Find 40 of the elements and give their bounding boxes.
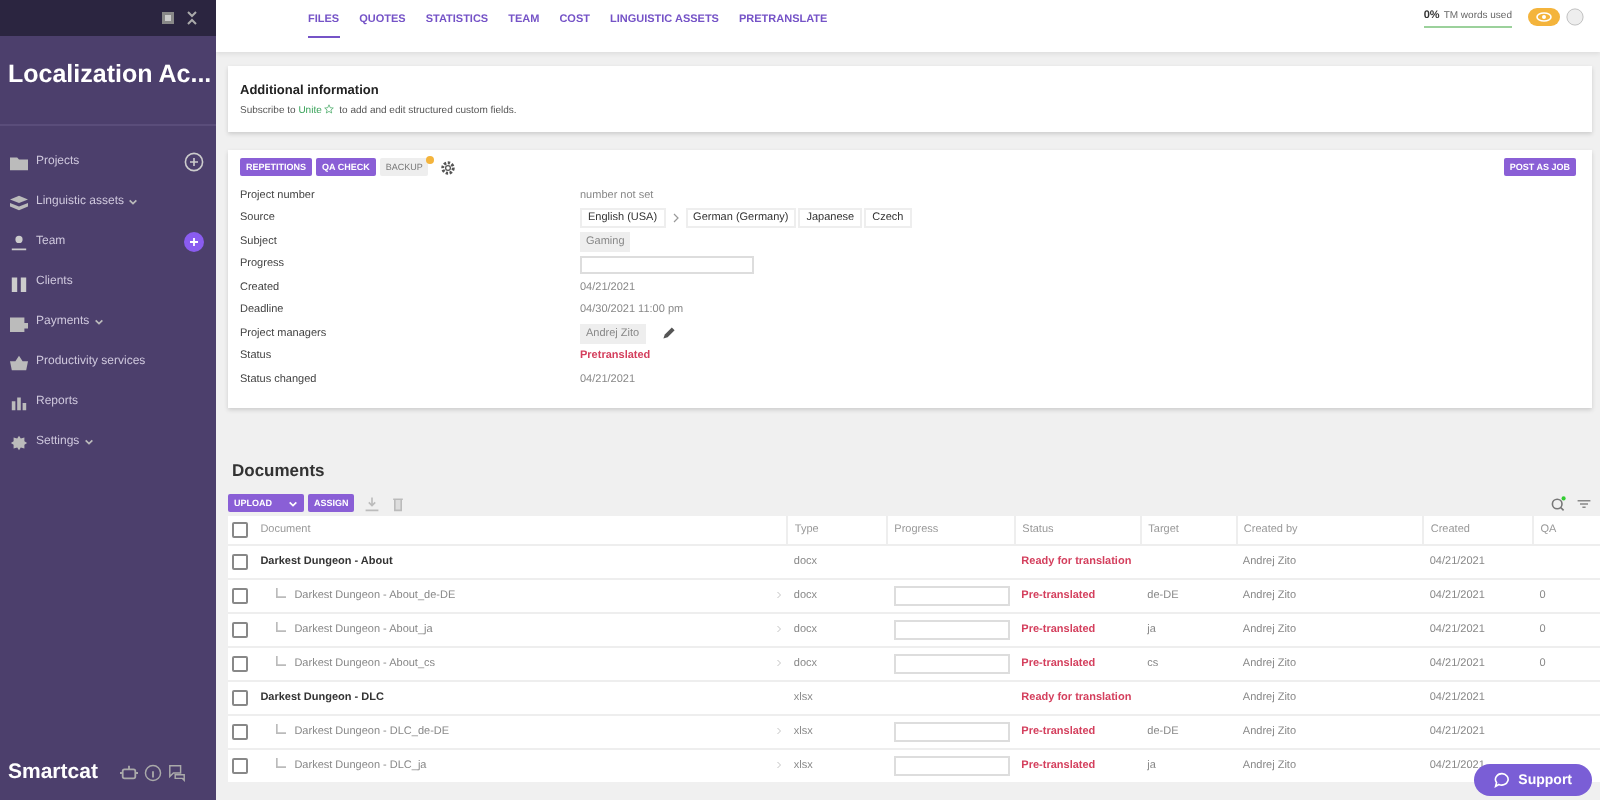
checkbox[interactable] <box>232 655 248 671</box>
checkbox[interactable] <box>232 723 248 739</box>
search-icon[interactable] <box>1550 495 1566 511</box>
checkbox[interactable] <box>232 621 248 637</box>
tree-branch-icon <box>276 757 287 767</box>
chevron-icon[interactable] <box>83 438 94 446</box>
star-icon <box>324 104 335 114</box>
checkbox[interactable] <box>232 587 248 603</box>
gear-icon <box>10 433 28 451</box>
checkbox[interactable] <box>232 521 248 537</box>
notification-dot <box>426 155 435 163</box>
basket-icon <box>10 353 28 371</box>
logo[interactable]: Smartcat <box>8 760 98 784</box>
checkbox[interactable] <box>232 757 248 773</box>
help-icon[interactable] <box>143 763 162 781</box>
workspace-title: Localization Ac... <box>6 58 214 92</box>
chat-icon[interactable] <box>167 763 186 781</box>
chart-icon <box>10 393 28 411</box>
chevron-icon[interactable] <box>93 318 104 326</box>
settings-icon[interactable] <box>440 159 457 175</box>
robot-icon[interactable] <box>119 763 138 781</box>
pencil-icon[interactable] <box>661 326 676 341</box>
checkbox[interactable] <box>232 553 248 569</box>
layout-icon[interactable] <box>160 10 176 26</box>
tree-branch-icon <box>276 587 287 597</box>
tree-branch-icon <box>276 621 287 631</box>
eye-icon[interactable] <box>1528 8 1560 26</box>
chevron-icon[interactable] <box>128 198 139 206</box>
section-title: Documents <box>232 459 327 479</box>
folder-icon <box>10 153 28 171</box>
tree-branch-icon <box>276 655 287 665</box>
person-icon <box>10 233 28 251</box>
add-icon[interactable] <box>184 232 204 252</box>
stack-icon <box>10 193 28 211</box>
add-icon[interactable] <box>184 152 204 172</box>
filter-icon[interactable] <box>1576 495 1592 511</box>
tree-branch-icon <box>276 723 287 733</box>
collapse-icon[interactable] <box>184 10 200 26</box>
checkbox[interactable] <box>232 689 248 705</box>
chat-icon <box>1494 772 1511 788</box>
